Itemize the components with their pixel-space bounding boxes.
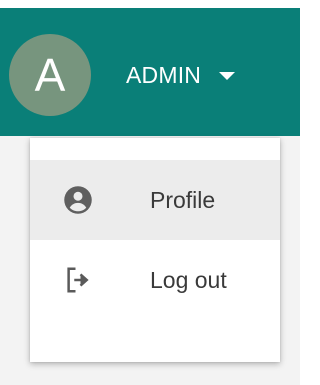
avatar[interactable]: A	[9, 34, 91, 116]
avatar-letter: A	[34, 49, 66, 101]
user-dropdown-menu: Profile Log out	[30, 138, 280, 362]
account-circle-icon	[62, 184, 94, 216]
menu-item-label: Profile	[150, 186, 216, 213]
menu-item-label: Log out	[150, 266, 227, 293]
menu-item-profile[interactable]: Profile	[30, 160, 280, 240]
caret-down-icon	[219, 72, 236, 80]
menu-item-logout[interactable]: Log out	[30, 240, 280, 320]
user-name: ADMIN	[126, 61, 202, 88]
user-menu-toggle[interactable]: ADMIN	[126, 60, 236, 90]
logout-icon	[62, 264, 94, 296]
top-strip	[0, 0, 300, 8]
app-bar: A ADMIN	[0, 8, 300, 136]
